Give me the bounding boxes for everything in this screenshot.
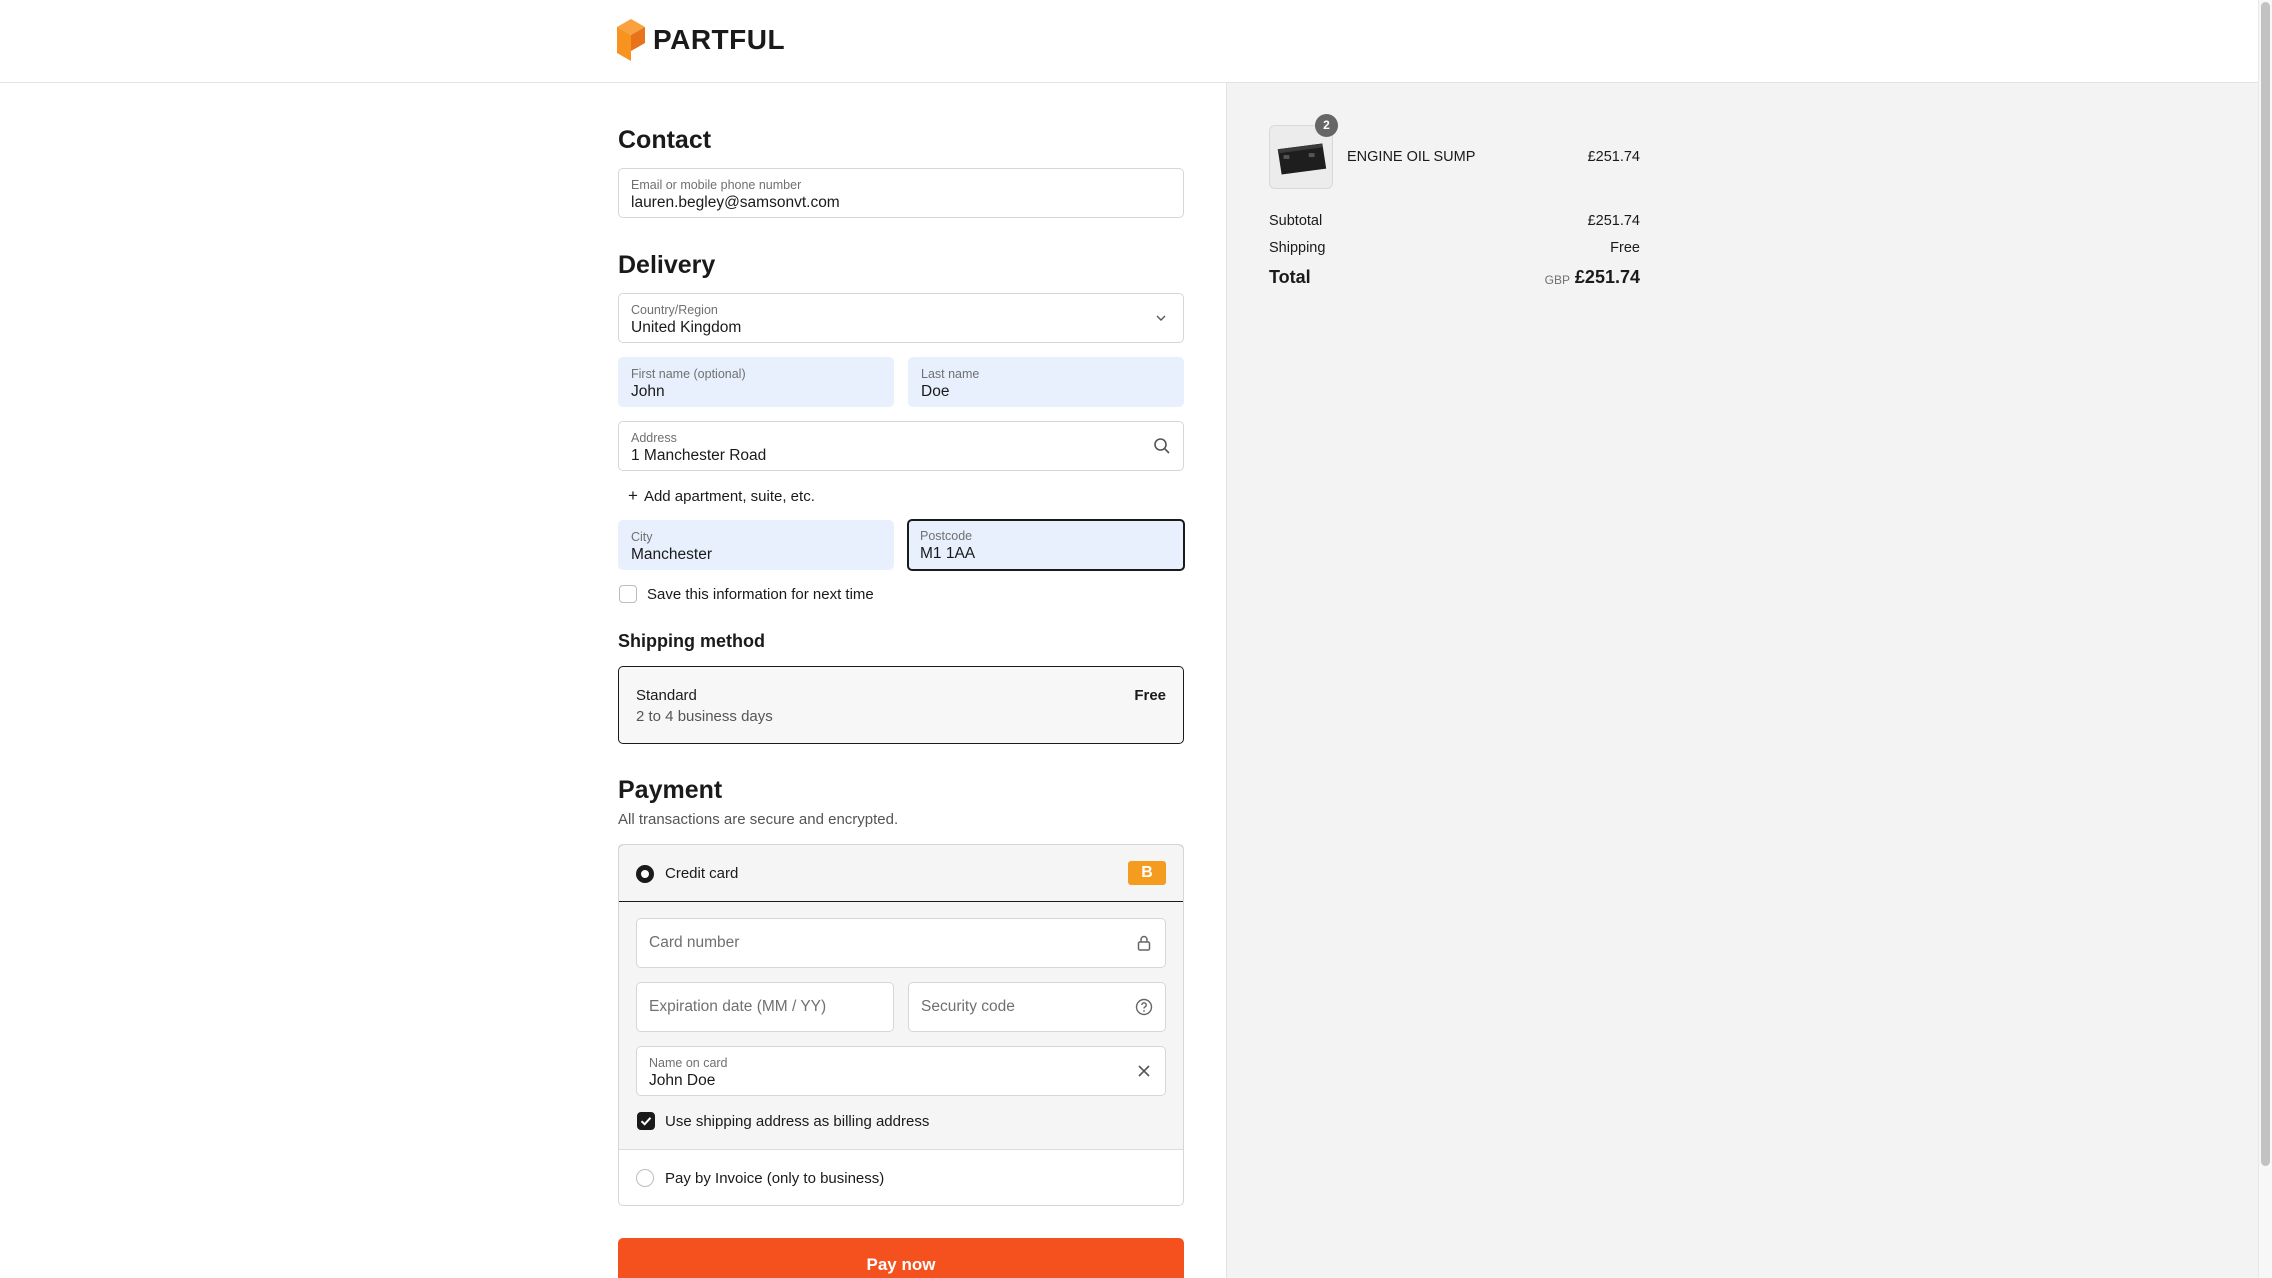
plus-icon: +: [628, 486, 638, 505]
expiration-field[interactable]: Expiration date (MM / YY): [636, 982, 894, 1032]
expiration-placeholder: Expiration date (MM / YY): [649, 998, 827, 1015]
name-on-card-value: John Doe: [649, 1072, 716, 1089]
site-header: PARTFUL: [0, 0, 2258, 83]
postcode-value: M1 1AA: [920, 545, 976, 562]
address-field[interactable]: Address 1 Manchester Road: [618, 421, 1184, 471]
card-number-placeholder: Card number: [649, 934, 740, 951]
postcode-field[interactable]: Postcode M1 1AA: [907, 519, 1185, 571]
brand-name: PARTFUL: [653, 24, 786, 55]
name-on-card-label: Name on card: [649, 1056, 728, 1070]
country-label: Country/Region: [631, 303, 718, 317]
last-name-label: Last name: [921, 367, 980, 381]
help-circle-icon[interactable]: [1135, 998, 1153, 1016]
last-name-field[interactable]: Last name Doe: [908, 357, 1184, 407]
city-value: Manchester: [631, 546, 712, 563]
country-value: United Kingdom: [631, 319, 742, 336]
card-brand-badge: B: [1128, 861, 1166, 885]
card-number-field[interactable]: Card number: [636, 918, 1166, 968]
save-info-label: Save this information for next time: [647, 586, 874, 603]
add-apartment-label: Add apartment, suite, etc.: [643, 487, 815, 505]
subtotal-label: Subtotal: [1269, 213, 1323, 229]
email-label: Email or mobile phone number: [631, 178, 802, 192]
partful-logo-icon: [617, 19, 645, 61]
search-icon[interactable]: [1153, 437, 1171, 455]
order-summary: [1226, 83, 2258, 1278]
address-label: Address: [631, 431, 677, 445]
payment-subtitle: All transactions are secure and encrypte…: [618, 811, 899, 828]
email-value: lauren.begley@samsonvt.com: [631, 194, 840, 211]
billing-same-label: Use shipping address as billing address: [665, 1113, 930, 1130]
city-label: City: [631, 530, 653, 544]
quantity-badge: 2: [1315, 114, 1338, 137]
postcode-label: Postcode: [920, 529, 973, 543]
save-info-checkbox[interactable]: [619, 585, 637, 603]
security-code-field[interactable]: Security code: [908, 982, 1166, 1032]
payment-methods: Credit card B Card number Expiration dat…: [618, 844, 1184, 1206]
contact-heading: Contact: [618, 126, 712, 154]
subtotal-value: £251.74: [1587, 213, 1640, 229]
total-currency: GBP: [1544, 273, 1570, 287]
shipping-value: Free: [1610, 240, 1640, 256]
billing-same-checkbox[interactable]: [637, 1112, 655, 1130]
product-name: ENGINE OIL SUMP: [1347, 149, 1476, 165]
clear-icon[interactable]: [1135, 1062, 1153, 1080]
payment-option-credit-card[interactable]: Credit card B: [619, 845, 1183, 902]
first-name-field[interactable]: First name (optional) John: [618, 357, 894, 407]
chevron-down-icon: [1156, 315, 1166, 321]
lock-icon: [1137, 935, 1151, 951]
shipping-option-standard[interactable]: Standard 2 to 4 business days Free: [618, 666, 1184, 744]
total-value: £251.74: [1574, 267, 1640, 287]
country-select[interactable]: Country/Region United Kingdom: [618, 293, 1184, 343]
delivery-heading: Delivery: [618, 251, 716, 279]
security-code-placeholder: Security code: [921, 998, 1015, 1015]
shipping-option-detail: 2 to 4 business days: [636, 708, 773, 725]
first-name-value: John: [631, 383, 665, 400]
payment-option-invoice[interactable]: Pay by Invoice (only to business): [619, 1151, 1183, 1205]
brand-logo[interactable]: PARTFUL: [617, 19, 785, 61]
shipping-option-price: Free: [1134, 687, 1166, 704]
shipping-option-name: Standard: [636, 687, 697, 704]
last-name-value: Doe: [921, 383, 950, 400]
product-price: £251.74: [1587, 149, 1640, 165]
email-field[interactable]: Email or mobile phone number lauren.begl…: [618, 168, 1184, 218]
city-field[interactable]: City Manchester: [618, 520, 894, 570]
shipping-method-heading: Shipping method: [618, 631, 765, 651]
pay-now-button[interactable]: Pay now: [618, 1238, 1184, 1278]
payment-heading: Payment: [618, 776, 723, 804]
credit-card-form: Card number Expiration date (MM / YY) Se…: [619, 902, 1183, 1150]
invoice-label: Pay by Invoice (only to business): [665, 1170, 885, 1187]
name-on-card-field[interactable]: Name on card John Doe: [636, 1046, 1166, 1096]
check-icon: [640, 1117, 652, 1126]
total-label: Total: [1269, 267, 1311, 287]
invoice-radio[interactable]: [636, 1169, 654, 1187]
address-value: 1 Manchester Road: [631, 447, 767, 464]
shipping-label: Shipping: [1269, 240, 1326, 256]
credit-card-label: Credit card: [665, 865, 739, 882]
scrollbar-thumb[interactable]: [2261, 2, 2270, 1166]
first-name-label: First name (optional): [631, 367, 746, 381]
add-apartment-link[interactable]: + Add apartment, suite, etc.: [628, 486, 815, 506]
credit-card-radio[interactable]: [636, 865, 654, 883]
